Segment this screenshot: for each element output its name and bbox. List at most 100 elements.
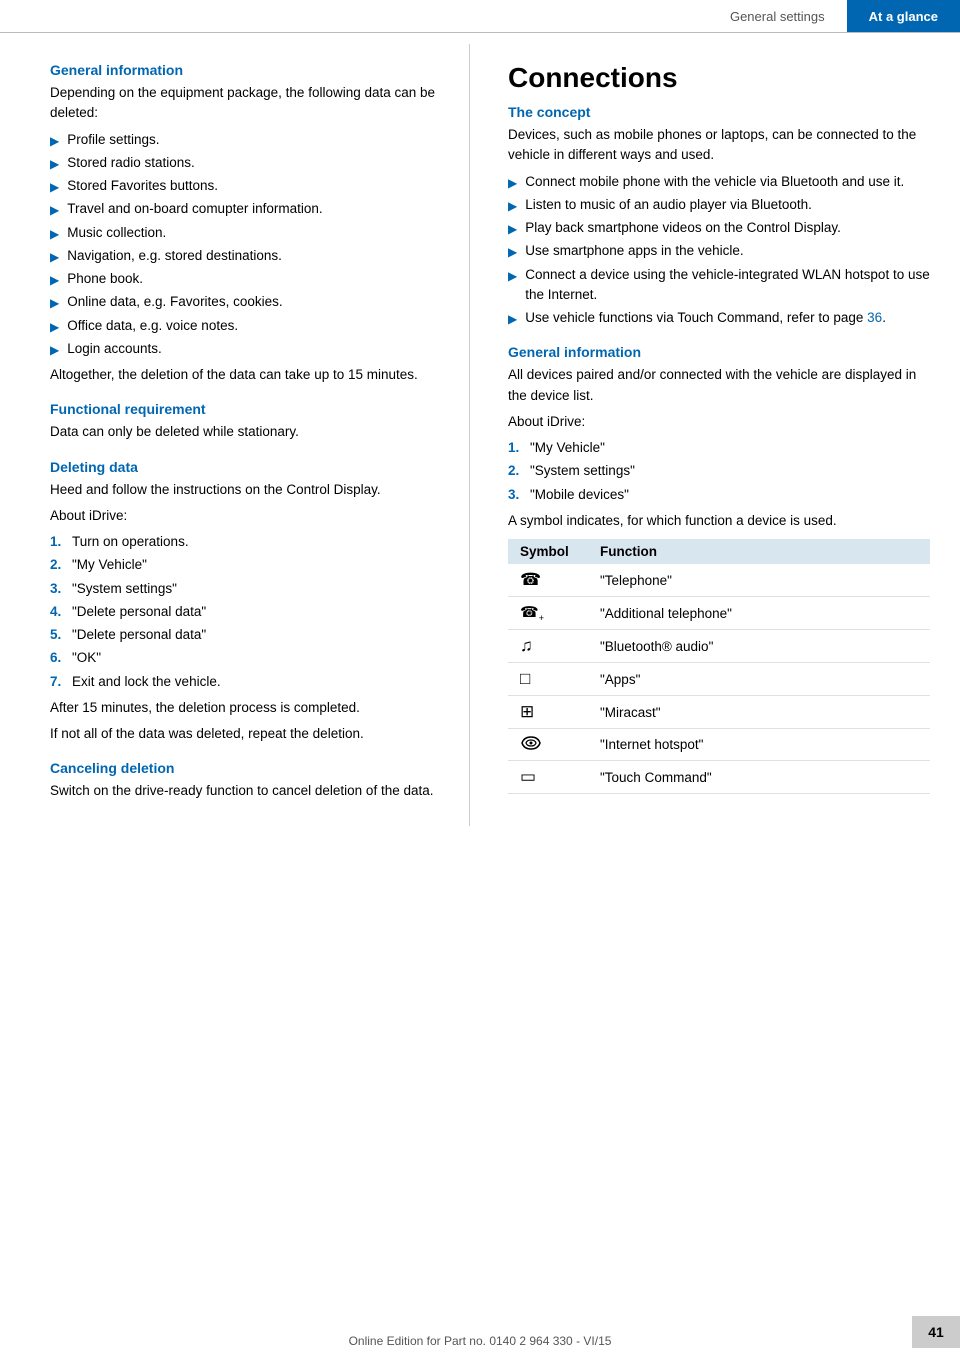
functional-req-text: Data can only be deleted while stationar… — [50, 422, 441, 442]
bullet-item: ▶ Phone book. — [50, 269, 441, 289]
deleting-data-outro2: If not all of the data was deleted, repe… — [50, 724, 441, 744]
chevron-icon: ▶ — [50, 271, 59, 289]
step-item: 1. Turn on operations. — [50, 532, 441, 552]
right-general-info-text1: All devices paired and/or connected with… — [508, 365, 930, 406]
general-info-intro: Depending on the equipment package, the … — [50, 83, 441, 124]
symbol-cell: □ — [508, 663, 588, 696]
table-row: ☎ "Telephone" — [508, 564, 930, 597]
bullet-item: ▶ Online data, e.g. Favorites, cookies. — [50, 292, 441, 312]
symbol-cell: ☎ — [508, 564, 588, 597]
page-footer: Online Edition for Part no. 0140 2 964 3… — [0, 1334, 960, 1348]
deleting-data-text1: Heed and follow the instructions on the … — [50, 480, 441, 500]
right-general-info-title: General information — [508, 344, 930, 360]
bullet-item: ▶ Navigation, e.g. stored destinations. — [50, 246, 441, 266]
chevron-icon: ▶ — [50, 294, 59, 312]
connections-heading: Connections — [508, 62, 930, 94]
symbol-table: Symbol Function ☎ "Telephone" ☎+ "Additi… — [508, 539, 930, 794]
bullet-item: ▶ Use smartphone apps in the vehicle. — [508, 241, 930, 261]
chevron-icon: ▶ — [50, 201, 59, 219]
symbol-cell: ☎+ — [508, 597, 588, 630]
step-item: 2. "System settings" — [508, 461, 930, 481]
chevron-icon: ▶ — [508, 220, 517, 238]
general-info-bullets: ▶ Profile settings. ▶ Stored radio stati… — [50, 130, 441, 360]
chevron-icon: ▶ — [50, 341, 59, 359]
bullet-item: ▶ Login accounts. — [50, 339, 441, 359]
bullet-item: ▶ Profile settings. — [50, 130, 441, 150]
chevron-icon: ▶ — [50, 155, 59, 173]
table-row: "Internet hotspot" — [508, 729, 930, 761]
top-separator — [0, 32, 960, 33]
chevron-icon: ▶ — [50, 318, 59, 336]
step-item: 7. Exit and lock the vehicle. — [50, 672, 441, 692]
chevron-icon: ▶ — [508, 267, 517, 285]
bullet-item: ▶ Stored radio stations. — [50, 153, 441, 173]
bullet-item: ▶ Connect mobile phone with the vehicle … — [508, 172, 930, 192]
bullet-item: ▶ Office data, e.g. voice notes. — [50, 316, 441, 336]
general-info-title: General information — [50, 62, 441, 78]
left-column: General information Depending on the equ… — [0, 44, 470, 826]
step-item: 1. "My Vehicle" — [508, 438, 930, 458]
right-column: Connections The concept Devices, such as… — [470, 44, 960, 826]
general-info-outro: Altogether, the deletion of the data can… — [50, 365, 441, 385]
function-cell: "Bluetooth® audio" — [588, 630, 930, 663]
canceling-deletion-title: Canceling deletion — [50, 760, 441, 776]
page-content: General information Depending on the equ… — [0, 0, 960, 856]
symbol-col-header: Symbol — [508, 539, 588, 564]
function-cell: "Miracast" — [588, 696, 930, 729]
symbol-cell: ♫ — [508, 630, 588, 663]
table-row: ♫ "Bluetooth® audio" — [508, 630, 930, 663]
bullet-item: ▶ Travel and on-board comupter informati… — [50, 199, 441, 219]
tab-at-a-glance[interactable]: At a glance — [847, 0, 960, 32]
chevron-icon: ▶ — [50, 132, 59, 150]
function-cell: "Touch Command" — [588, 761, 930, 794]
deleting-data-text2: About iDrive: — [50, 506, 441, 526]
chevron-icon: ▶ — [50, 178, 59, 196]
symbol-cell: ⊞ — [508, 696, 588, 729]
deleting-data-outro1: After 15 minutes, the deletion process i… — [50, 698, 441, 718]
chevron-icon: ▶ — [50, 225, 59, 243]
deleting-data-title: Deleting data — [50, 459, 441, 475]
function-col-header: Function — [588, 539, 930, 564]
step-item: 6. "OK" — [50, 648, 441, 668]
table-row: □ "Apps" — [508, 663, 930, 696]
right-general-info-text3: A symbol indicates, for which function a… — [508, 511, 930, 531]
canceling-deletion-text: Switch on the drive-ready function to ca… — [50, 781, 441, 801]
bullet-item: ▶ Play back smartphone videos on the Con… — [508, 218, 930, 238]
function-cell: "Additional telephone" — [588, 597, 930, 630]
step-item: 2. "My Vehicle" — [50, 555, 441, 575]
deleting-data-steps: 1. Turn on operations. 2. "My Vehicle" 3… — [50, 532, 441, 692]
bullet-item: ▶ Connect a device using the vehicle-int… — [508, 265, 930, 306]
chevron-icon: ▶ — [508, 310, 517, 328]
step-item: 3. "Mobile devices" — [508, 485, 930, 505]
bullet-item: ▶ Music collection. — [50, 223, 441, 243]
function-cell: "Telephone" — [588, 564, 930, 597]
table-row: ▭ "Touch Command" — [508, 761, 930, 794]
concept-bullets: ▶ Connect mobile phone with the vehicle … — [508, 172, 930, 329]
page-ref-link[interactable]: 36 — [867, 310, 882, 325]
table-row: ⊞ "Miracast" — [508, 696, 930, 729]
bullet-item: ▶ Use vehicle functions via Touch Comman… — [508, 308, 930, 328]
chevron-icon: ▶ — [508, 243, 517, 261]
functional-req-title: Functional requirement — [50, 401, 441, 417]
chevron-icon: ▶ — [508, 174, 517, 192]
top-nav: General settings At a glance — [708, 0, 960, 32]
step-item: 5. "Delete personal data" — [50, 625, 441, 645]
chevron-icon: ▶ — [50, 248, 59, 266]
page-number: 41 — [912, 1316, 960, 1348]
the-concept-intro: Devices, such as mobile phones or laptop… — [508, 125, 930, 166]
table-row: ☎+ "Additional telephone" — [508, 597, 930, 630]
symbol-cell: ▭ — [508, 761, 588, 794]
bullet-item: ▶ Listen to music of an audio player via… — [508, 195, 930, 215]
bullet-item: ▶ Stored Favorites buttons. — [50, 176, 441, 196]
footer-text: Online Edition for Part no. 0140 2 964 3… — [349, 1334, 612, 1348]
function-cell: "Apps" — [588, 663, 930, 696]
right-general-info-steps: 1. "My Vehicle" 2. "System settings" 3. … — [508, 438, 930, 505]
chevron-icon: ▶ — [508, 197, 517, 215]
tab-general-settings[interactable]: General settings — [708, 0, 847, 32]
function-cell: "Internet hotspot" — [588, 729, 930, 761]
the-concept-title: The concept — [508, 104, 930, 120]
concept-bullet-6-text: Use vehicle functions via Touch Command,… — [525, 308, 886, 328]
step-item: 3. "System settings" — [50, 579, 441, 599]
symbol-cell — [508, 729, 588, 761]
right-general-info-text2: About iDrive: — [508, 412, 930, 432]
